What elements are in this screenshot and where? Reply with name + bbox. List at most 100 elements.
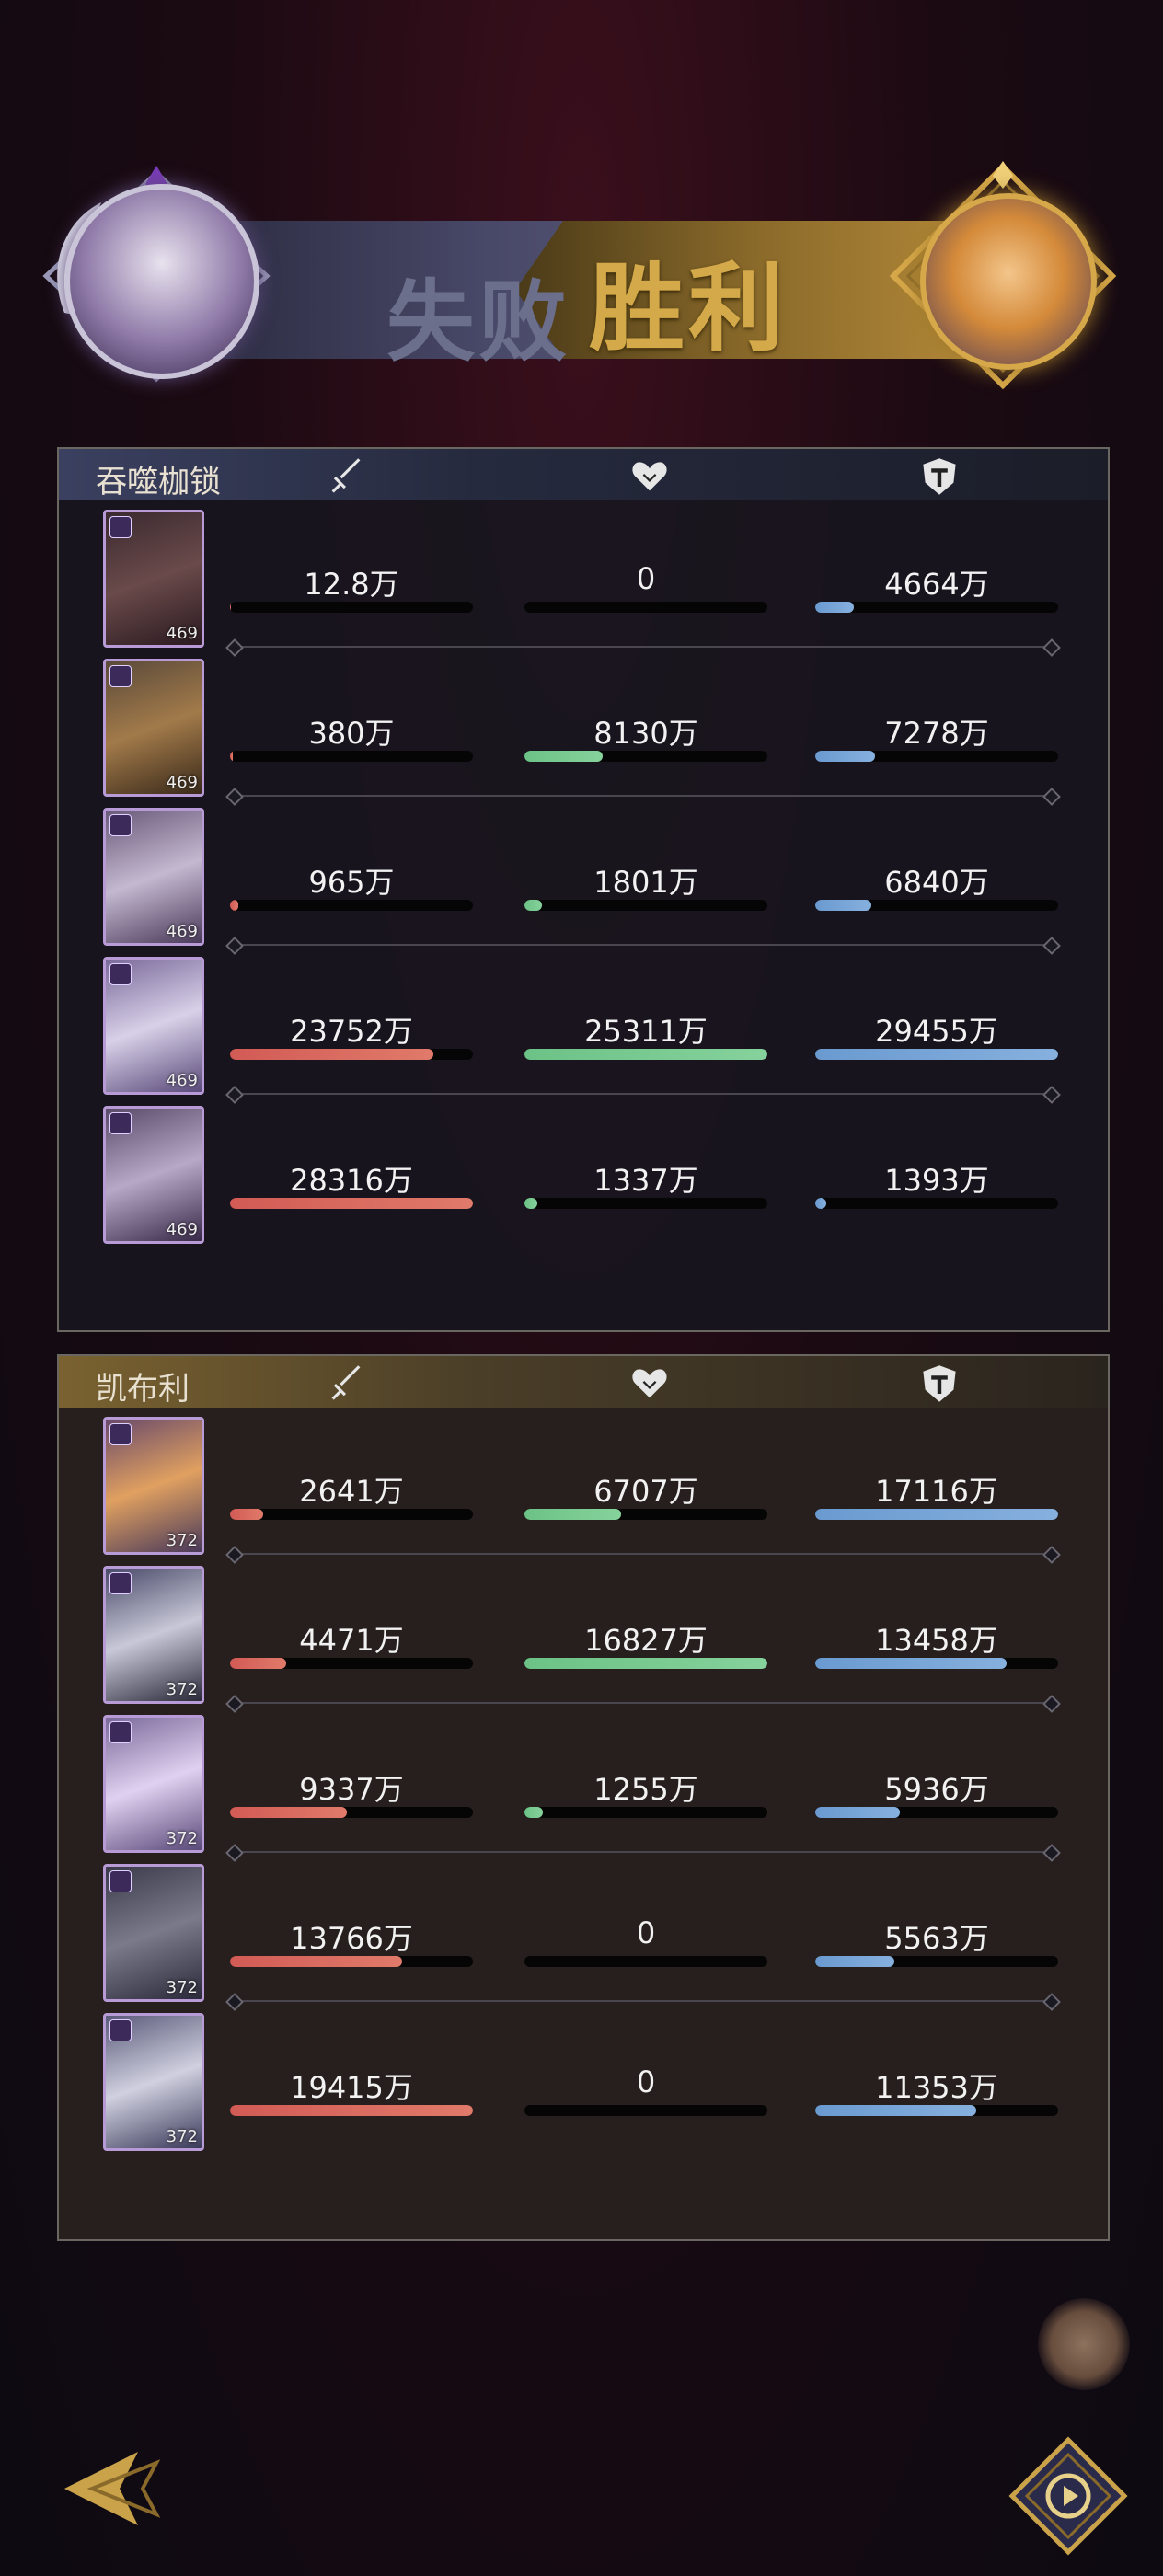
tank-value: 5936万: [884, 1772, 989, 1807]
class-badge-icon: [109, 1572, 132, 1594]
damage-value: 23752万: [290, 1014, 413, 1049]
damage-bar-fill: [230, 751, 234, 762]
damage-bar-fill: [230, 2105, 473, 2116]
damage-bar-fill: [230, 1956, 403, 1967]
class-badge-icon: [109, 665, 132, 687]
class-badge-icon: [109, 516, 132, 538]
tank-value: 11353万: [875, 2070, 998, 2105]
hero-level: 372: [166, 2127, 198, 2146]
hero-card[interactable]: 372: [103, 1417, 204, 1555]
healing-value: 0: [636, 561, 656, 596]
tank-value: 7278万: [884, 716, 989, 751]
damage-value: 19415万: [290, 2070, 413, 2105]
hero-card[interactable]: 469: [103, 808, 204, 946]
tank-stat: 5936万: [815, 1766, 1058, 1818]
shield-icon: [923, 458, 956, 495]
back-arrow-icon[interactable]: [55, 2443, 175, 2535]
row-divider: [234, 1702, 1053, 1704]
tank-stat: 4664万: [815, 561, 1058, 613]
healing-bar: [524, 1807, 767, 1818]
hero-level: 372: [166, 1978, 198, 1997]
class-badge-icon: [109, 963, 132, 985]
row-divider: [234, 2000, 1053, 2002]
tank-bar: [815, 1049, 1058, 1060]
replay-button[interactable]: [1008, 2436, 1128, 2556]
healing-value: 8130万: [593, 716, 698, 751]
sword-icon: [331, 1365, 361, 1400]
healing-bar: [524, 751, 767, 762]
class-badge-icon: [109, 1112, 132, 1134]
damage-bar-fill: [230, 602, 232, 613]
healing-stat: 0: [524, 2064, 767, 2116]
damage-bar: [230, 1658, 473, 1669]
healing-value: 1801万: [593, 865, 698, 900]
tank-bar: [815, 602, 1058, 613]
row-divider: [234, 1553, 1053, 1555]
healing-value: 16827万: [584, 1623, 708, 1658]
healing-bar: [524, 1049, 767, 1060]
heart-icon: [632, 1369, 667, 1398]
hero-level: 469: [166, 922, 198, 941]
class-badge-icon: [109, 814, 132, 836]
tank-stat: 13458万: [815, 1617, 1058, 1669]
damage-stat: 13766万: [230, 1915, 473, 1967]
victory-label: 胜利: [589, 251, 789, 364]
healing-bar-fill: [524, 1198, 537, 1209]
hero-row: 372 9337万 1255万 5936万: [59, 1715, 1108, 1864]
hero-card[interactable]: 372: [103, 1715, 204, 1853]
healing-bar: [524, 1198, 767, 1209]
row-divider: [234, 1851, 1053, 1853]
hero-card[interactable]: 469: [103, 659, 204, 797]
healing-stat: 8130万: [524, 710, 767, 762]
tank-value: 4664万: [884, 567, 989, 602]
healing-bar: [524, 2105, 767, 2116]
damage-value: 12.8万: [304, 567, 399, 602]
sword-icon: [331, 458, 361, 493]
tank-bar: [815, 1807, 1058, 1818]
hero-card[interactable]: 469: [103, 957, 204, 1095]
right-player-avatar[interactable]: [920, 193, 1097, 370]
hero-card[interactable]: 469: [103, 510, 204, 648]
healing-bar: [524, 900, 767, 911]
tank-bar-fill: [815, 602, 854, 613]
class-badge-icon: [109, 2019, 132, 2041]
row-divider: [234, 646, 1053, 648]
hero-row: 469 23752万 25311万 29455万: [59, 957, 1108, 1106]
damage-stat: 9337万: [230, 1766, 473, 1818]
left-player-avatar[interactable]: [64, 184, 259, 379]
tank-bar: [815, 900, 1058, 911]
damage-value: 28316万: [290, 1163, 413, 1198]
team-right-name: 凯布利: [96, 1371, 190, 1408]
damage-bar-fill: [230, 1509, 263, 1520]
tank-bar-fill: [815, 751, 876, 762]
tank-value: 5563万: [884, 1921, 989, 1956]
hero-level: 372: [166, 1531, 198, 1550]
heart-icon: [632, 462, 667, 491]
row-divider: [234, 1093, 1053, 1095]
hero-card[interactable]: 372: [103, 1566, 204, 1704]
tank-stat: 17116万: [815, 1468, 1058, 1520]
hero-card[interactable]: 372: [103, 1864, 204, 2002]
damage-bar: [230, 1509, 473, 1520]
team-right-panel: 凯布利 372 2641万 6707万 17116万 372 4471万 16827万 134…: [57, 1354, 1110, 2241]
damage-bar-fill: [230, 1658, 286, 1669]
tank-bar: [815, 1198, 1058, 1209]
hero-level: 469: [166, 624, 198, 643]
hero-card[interactable]: 372: [103, 2013, 204, 2151]
tank-bar-fill: [815, 1658, 1007, 1669]
hero-card[interactable]: 469: [103, 1106, 204, 1244]
damage-bar: [230, 1198, 473, 1209]
healing-stat: 25311万: [524, 1008, 767, 1060]
team-left-name: 吞噬枷锁: [96, 464, 221, 500]
hero-level: 469: [166, 773, 198, 792]
healing-bar-fill: [524, 1807, 543, 1818]
tank-bar-fill: [815, 900, 872, 911]
tank-bar: [815, 751, 1058, 762]
hero-row: 469 28316万 1337万 1393万: [59, 1106, 1108, 1255]
hero-row: 372 19415万 0 11353万: [59, 2013, 1108, 2162]
class-badge-icon: [109, 1423, 132, 1445]
tank-stat: 11353万: [815, 2064, 1058, 2116]
damage-bar: [230, 2105, 473, 2116]
healing-stat: 1337万: [524, 1157, 767, 1209]
shield-icon: [923, 1365, 956, 1402]
